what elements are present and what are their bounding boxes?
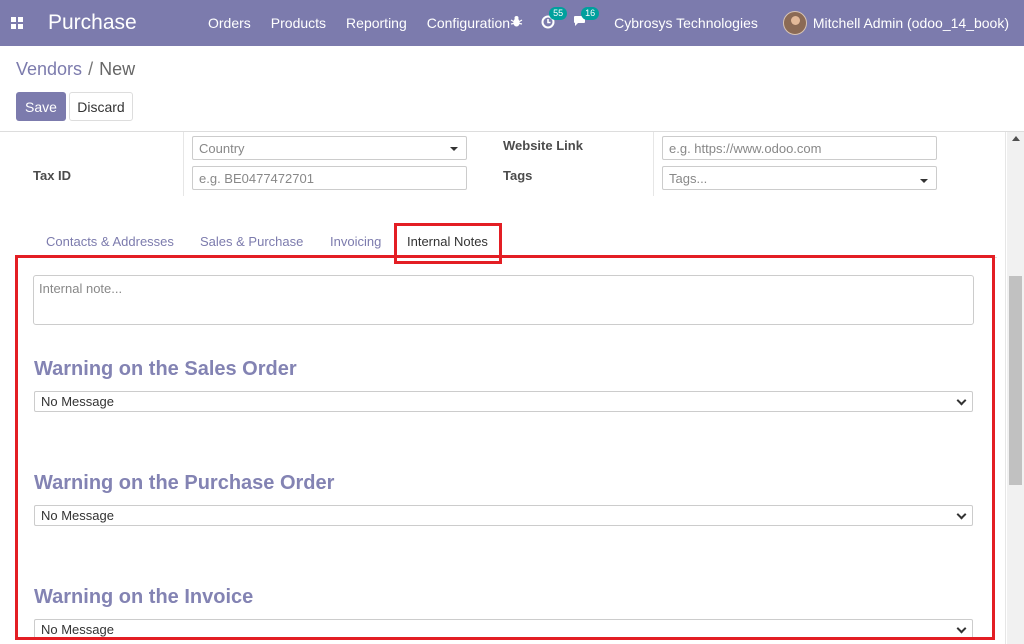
menu-reporting[interactable]: Reporting — [336, 0, 417, 46]
website-placeholder: e.g. https://www.odoo.com — [669, 140, 822, 156]
control-panel-divider — [0, 131, 1024, 132]
tab-sales-purchase[interactable]: Sales & Purchase — [200, 232, 303, 252]
breadcrumb: Vendors / New — [16, 59, 135, 80]
main-menu: Orders Products Reporting Configuration — [198, 0, 520, 46]
caret-down-icon — [920, 179, 928, 183]
debug-bug-icon[interactable] — [510, 15, 523, 31]
country-select[interactable]: Country — [192, 136, 467, 160]
form-sheet-border — [1005, 132, 1006, 644]
top-navbar: Purchase Orders Products Reporting Confi… — [0, 0, 1024, 46]
menu-products[interactable]: Products — [261, 0, 336, 46]
apps-menu-icon[interactable] — [0, 0, 34, 46]
content-highlight-box — [15, 255, 995, 640]
breadcrumb-current: New — [99, 59, 136, 79]
menu-configuration[interactable]: Configuration — [417, 0, 520, 46]
tags-input[interactable]: Tags... — [662, 166, 937, 190]
discard-button[interactable]: Discard — [69, 92, 133, 121]
user-menu[interactable]: Mitchell Admin (odoo_14_book) — [813, 15, 1009, 31]
tab-invoicing[interactable]: Invoicing — [330, 232, 381, 252]
systray: 55 16 Cybrosys Technologies Mitchell Adm… — [510, 0, 1024, 46]
activity-count-badge: 55 — [549, 6, 568, 20]
form-column-divider — [653, 132, 654, 196]
country-placeholder: Country — [199, 140, 245, 156]
breadcrumb-vendors-link[interactable]: Vendors — [16, 59, 82, 79]
tags-placeholder: Tags... — [669, 170, 708, 186]
website-input[interactable]: e.g. https://www.odoo.com — [662, 136, 937, 160]
tags-label: Tags — [503, 168, 533, 183]
scroll-up-arrow-icon[interactable] — [1012, 136, 1020, 141]
website-label: Website Link — [503, 138, 583, 153]
message-count-badge: 16 — [581, 7, 600, 20]
form-column-divider — [183, 132, 184, 196]
activity-clock-icon[interactable]: 55 — [541, 6, 568, 32]
save-button[interactable]: Save — [16, 92, 66, 121]
tab-contacts-addresses[interactable]: Contacts & Addresses — [46, 232, 174, 252]
caret-down-icon — [450, 147, 458, 151]
company-switcher[interactable]: Cybrosys Technologies — [614, 15, 758, 31]
tax-id-input[interactable]: e.g. BE0477472701 — [192, 166, 467, 190]
messaging-chat-icon[interactable]: 16 — [573, 7, 600, 31]
scrollbar-thumb[interactable] — [1009, 276, 1022, 485]
tax-id-label: Tax ID — [33, 168, 72, 183]
menu-orders[interactable]: Orders — [198, 0, 261, 46]
app-title[interactable]: Purchase — [48, 11, 180, 35]
tax-id-placeholder: e.g. BE0477472701 — [199, 170, 314, 186]
breadcrumb-separator: / — [88, 59, 94, 79]
user-avatar[interactable] — [782, 11, 807, 35]
